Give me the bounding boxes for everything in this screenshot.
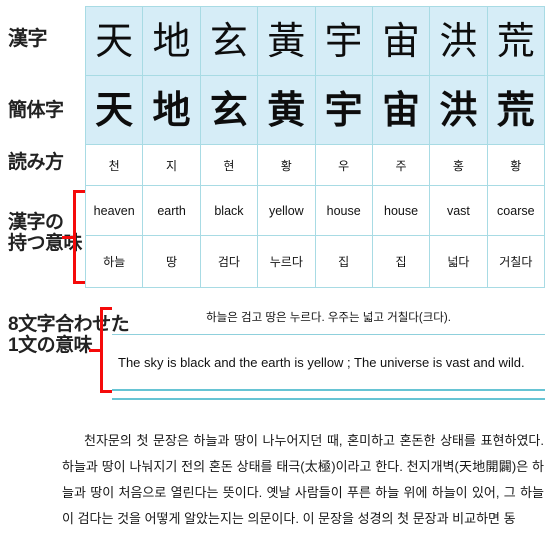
table-cell-simplified: 地: [142, 75, 201, 145]
table-cell-reading: 황: [257, 144, 316, 186]
table-cell-meaning-en: vast: [429, 185, 488, 236]
table-cell-traditional: 洪: [429, 6, 488, 76]
sentence-korean: 하늘은 검고 땅은 누르다. 우주는 넓고 거칠다(크다).: [112, 300, 545, 335]
table-cell-meaning-ko: 집: [371, 235, 431, 288]
table-cell-traditional: 宙: [371, 6, 431, 76]
table-cell-reading: 천: [84, 144, 144, 186]
bracket-tick-icon: [89, 348, 103, 352]
table-cell-simplified: 天: [84, 75, 144, 145]
table-cell-meaning-en: house: [314, 185, 373, 236]
table-cell-simplified: 洪: [429, 75, 488, 145]
table-cell-reading: 주: [371, 144, 431, 186]
table-cell-meaning-ko: 넓다: [429, 235, 488, 288]
table-cell-simplified: 荒: [486, 75, 546, 145]
table-cell-simplified: 玄: [199, 75, 259, 145]
table-cell-traditional: 天: [84, 6, 144, 76]
table-cell-traditional: 玄: [199, 6, 259, 76]
character-table: 天 地 玄 黃 宇 宙 洪 荒 天 地 玄 黄 宇 宙 洪 荒 천 지 현 황 …: [84, 6, 546, 288]
row-label-meaning: 漢字の 持つ意味: [8, 212, 83, 255]
table-cell-reading: 우: [314, 144, 373, 186]
page-root: 漢字 簡体字 読み方 漢字の 持つ意味 8文字合わせた 1文の意味 天 地 玄 …: [0, 0, 550, 550]
bracket-sentence-icon: [89, 307, 112, 393]
table-cell-traditional: 宇: [314, 6, 373, 76]
table-cell-traditional: 荒: [486, 6, 546, 76]
table-cell-meaning-en: yellow: [257, 185, 316, 236]
table-cell-meaning-en: black: [199, 185, 259, 236]
section-divider: [112, 398, 545, 400]
table-cell-traditional: 黃: [257, 6, 316, 76]
table-cell-reading: 지: [142, 144, 201, 186]
table-cell-meaning-ko: 누르다: [257, 235, 316, 288]
table-cell-simplified: 宙: [371, 75, 431, 145]
table-row-simplified: 天 地 玄 黄 宇 宙 洪 荒: [84, 75, 546, 145]
table-row-meaning-ko: 하늘 땅 검다 누르다 집 집 넓다 거칠다: [84, 235, 546, 288]
table-cell-meaning-ko: 땅: [142, 235, 201, 288]
table-cell-simplified: 黄: [257, 75, 316, 145]
table-row-meaning-en: heaven earth black yellow house house va…: [84, 185, 546, 236]
sentence-row-english: The sky is black and the earth is yellow…: [112, 334, 545, 391]
table-cell-meaning-en: house: [371, 185, 431, 236]
table-row-traditional: 天 地 玄 黃 宇 宙 洪 荒: [84, 6, 546, 76]
bracket-meaning-icon: [62, 190, 85, 284]
table-cell-meaning-ko: 하늘: [84, 235, 144, 288]
table-cell-reading: 황: [486, 144, 546, 186]
table-row-reading: 천 지 현 황 우 주 홍 황: [84, 144, 546, 186]
sentence-table: 하늘은 검고 땅은 누르다. 우주는 넓고 거칠다(크다). The sky i…: [112, 300, 545, 391]
table-cell-reading: 홍: [429, 144, 488, 186]
row-label-simplified: 簡体字: [8, 100, 64, 121]
row-label-reading: 読み方: [8, 152, 64, 173]
table-cell-meaning-en: heaven: [84, 185, 144, 236]
table-cell-reading: 현: [199, 144, 259, 186]
bracket-tick-icon: [62, 235, 76, 239]
table-cell-traditional: 地: [142, 6, 201, 76]
row-label-meaning-line1: 漢字の: [8, 212, 64, 233]
row-label-traditional: 漢字: [8, 28, 48, 50]
table-cell-meaning-en: coarse: [486, 185, 546, 236]
table-cell-meaning-ko: 거칠다: [486, 235, 546, 288]
table-cell-meaning-en: earth: [142, 185, 201, 236]
sentence-english: The sky is black and the earth is yellow…: [112, 334, 545, 391]
table-cell-meaning-ko: 검다: [199, 235, 259, 288]
table-cell-meaning-ko: 집: [314, 235, 373, 288]
body-paragraph: 천자문의 첫 문장은 하늘과 땅이 나누어지던 때, 혼미하고 혼돈한 상태를 …: [62, 433, 544, 526]
table-cell-simplified: 宇: [314, 75, 373, 145]
sentence-row-korean: 하늘은 검고 땅은 누르다. 우주는 넓고 거칠다(크다).: [112, 300, 545, 335]
